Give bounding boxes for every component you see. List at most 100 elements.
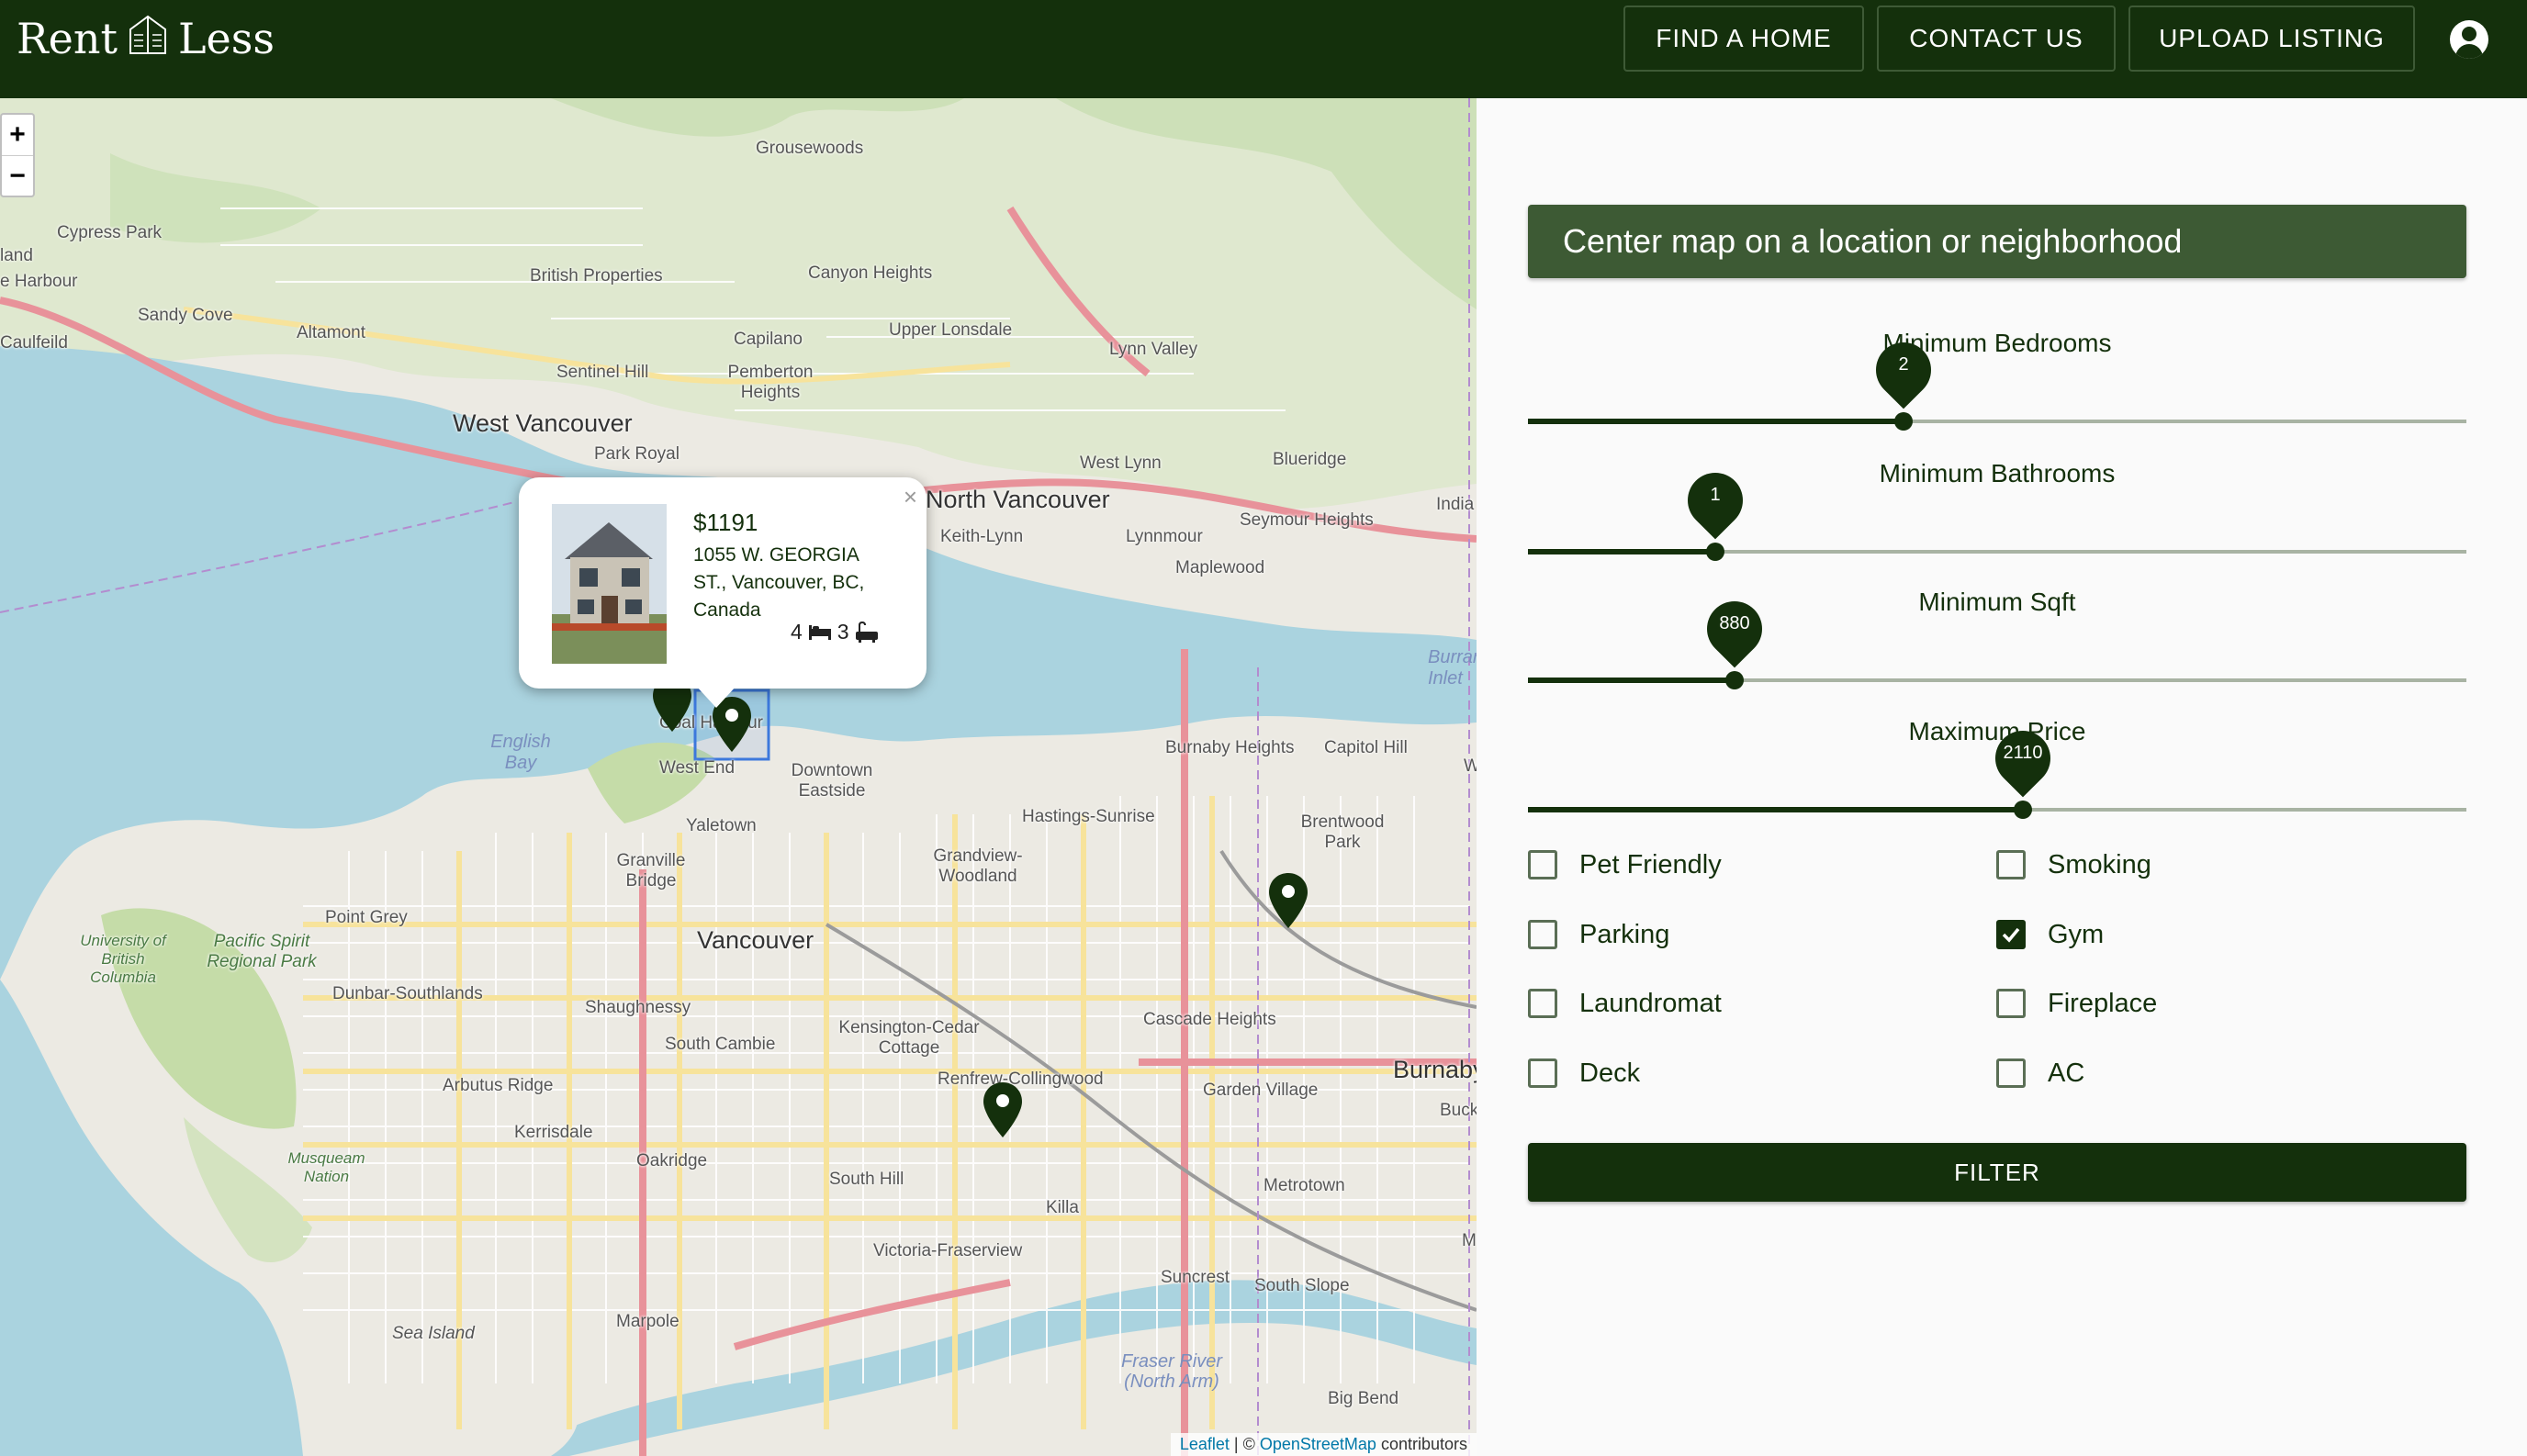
map-label: Oakridge [636,1151,708,1170]
listing-marker[interactable] [982,1081,1024,1139]
slider-label: Minimum Bedrooms [1882,329,2112,357]
map-label: Burnaby [1393,1056,1477,1083]
checkbox-label: Laundromat [1579,988,1722,1018]
slider-track [1528,549,1715,554]
slider-thumb[interactable] [2014,801,2032,819]
slider-thumb[interactable] [1725,671,1744,689]
checkbox-box[interactable] [1996,850,2026,879]
map-label: Kensington-Cedar Cottage [838,1018,980,1058]
map-label: Burrard Inlet [1428,647,1477,689]
map-label: Sandy Cove [138,306,233,325]
map-label: Marpole [616,1312,679,1331]
laundromat-checkbox[interactable]: Laundromat [1528,985,1722,1022]
map-label: Keith-Lynn [940,527,1024,546]
slider-thumb[interactable] [1894,412,1913,431]
map-label: Pacific Spirit Regional Park [207,932,317,971]
find-a-home-button[interactable]: FIND A HOME [1623,6,1864,72]
listing-marker[interactable] [1267,871,1309,930]
map-attribution: Leaflet | © OpenStreetMap contributors [1170,1433,1477,1456]
zoom-in-button[interactable]: + [2,115,33,155]
slider-value: 1 [1710,485,1721,505]
attribution-contributors: contributors [1376,1435,1467,1453]
popup-close-button[interactable]: × [904,483,917,511]
location-search-input[interactable]: Center map on a location or neighborhood [1528,205,2466,278]
map-label: British Properties [530,266,663,286]
map-label: Sea Island [392,1324,475,1343]
checkbox-box[interactable] [1996,920,2026,949]
map-label: Upper Lonsdale [889,320,1013,340]
logo-text-less: Less [177,14,275,63]
slider-value: 2 [1898,354,1909,375]
listing-address: 1055 W. GEORGIA ST., Vancouver, BC, Cana… [693,544,865,621]
filter-button[interactable]: FILTER [1528,1143,2466,1202]
checkbox-label: Smoking [2048,849,2151,879]
map-label: Arbutus Ridge [443,1076,554,1095]
contact-us-button[interactable]: CONTACT US [1877,6,2116,72]
parking-checkbox[interactable]: Parking [1528,916,1669,953]
map-label: Metrotown [1264,1176,1345,1195]
map-label: Big Bend [1328,1389,1399,1408]
slider-track [1528,807,2023,812]
checkbox-box[interactable] [1996,1058,2026,1088]
map-label: Garden Village [1203,1081,1319,1100]
map-label: West Vancouver [453,409,633,437]
slider-label: Minimum Bathrooms [1879,459,2116,487]
map[interactable]: + − Grousewoods Cypress Park British Pro… [0,98,1477,1456]
map-label: W [1464,756,1477,776]
sqft-slider[interactable]: Minimum Sqft 880 [1528,588,2466,698]
map-label: M [1462,1231,1477,1250]
map-label: Lynn Valley [1109,340,1198,359]
map-label: e Harbour [0,272,78,291]
popup-tip [696,686,736,708]
slider-value: 880 [1719,613,1750,633]
gym-checkbox[interactable]: Gym [1996,916,2104,953]
map-label: Caulfeild [0,333,68,353]
checkbox-label: Deck [1579,1058,1641,1088]
osm-link[interactable]: OpenStreetMap [1260,1435,1376,1453]
map-label: North Vancouver [926,486,1110,513]
upload-listing-button[interactable]: UPLOAD LISTING [2128,6,2415,72]
checkbox-box[interactable] [1528,1058,1557,1088]
leaflet-link[interactable]: Leaflet [1180,1435,1230,1453]
map-label: Killa [1046,1198,1079,1217]
bathtub-icon [855,621,878,643]
listing-thumbnail[interactable] [552,504,667,664]
zoom-control: + − [0,113,35,197]
map-label: Pemberton Heights [727,363,814,402]
checkbox-box[interactable] [1996,989,2026,1018]
checkbox-box[interactable] [1528,920,1557,949]
attribution-separator: | © [1229,1435,1260,1453]
map-label: Blueridge [1273,450,1347,469]
map-label: Granville Bridge [616,851,686,890]
map-label: Burnaby Heights [1165,738,1295,757]
logo[interactable]: Rent Less [17,9,275,68]
map-label: Lynnmour [1126,527,1203,546]
slider-value: 2110 [2003,743,2043,763]
bathrooms-slider[interactable]: Minimum Bathrooms 1 [1528,459,2466,569]
zoom-out-button[interactable]: − [2,155,33,196]
bath-count: 3 [837,620,849,644]
map-label: Kerrisdale [514,1123,593,1142]
fireplace-checkbox[interactable]: Fireplace [1996,985,2157,1022]
map-label: University of British Columbia [80,932,166,986]
map-label: Dunbar-Southlands [332,984,483,1003]
deck-checkbox[interactable]: Deck [1528,1055,1640,1092]
logo-text-rent: Rent [17,14,118,63]
ac-checkbox[interactable]: AC [1996,1055,2084,1092]
checkbox-label: Fireplace [2048,988,2158,1018]
map-label: India [1436,495,1475,514]
map-label: Capitol Hill [1324,738,1408,757]
smoking-checkbox[interactable]: Smoking [1996,846,2151,883]
bedrooms-slider[interactable]: Minimum Bedrooms 2 [1528,329,2466,439]
slider-thumb[interactable] [1706,543,1724,561]
price-slider[interactable]: Maximum Price 2110 [1528,717,2466,827]
checkbox-box[interactable] [1528,989,1557,1018]
pet-friendly-checkbox[interactable]: Pet Friendly [1528,846,1722,883]
checkbox-box[interactable] [1528,850,1557,879]
bed-icon [808,624,831,640]
map-label: Fraser River (North Arm) [1120,1351,1222,1392]
account-icon[interactable] [2450,20,2488,59]
map-label: Brentwood Park [1300,812,1385,852]
map-label: Canyon Heights [808,263,933,283]
check-icon [2002,927,2020,943]
